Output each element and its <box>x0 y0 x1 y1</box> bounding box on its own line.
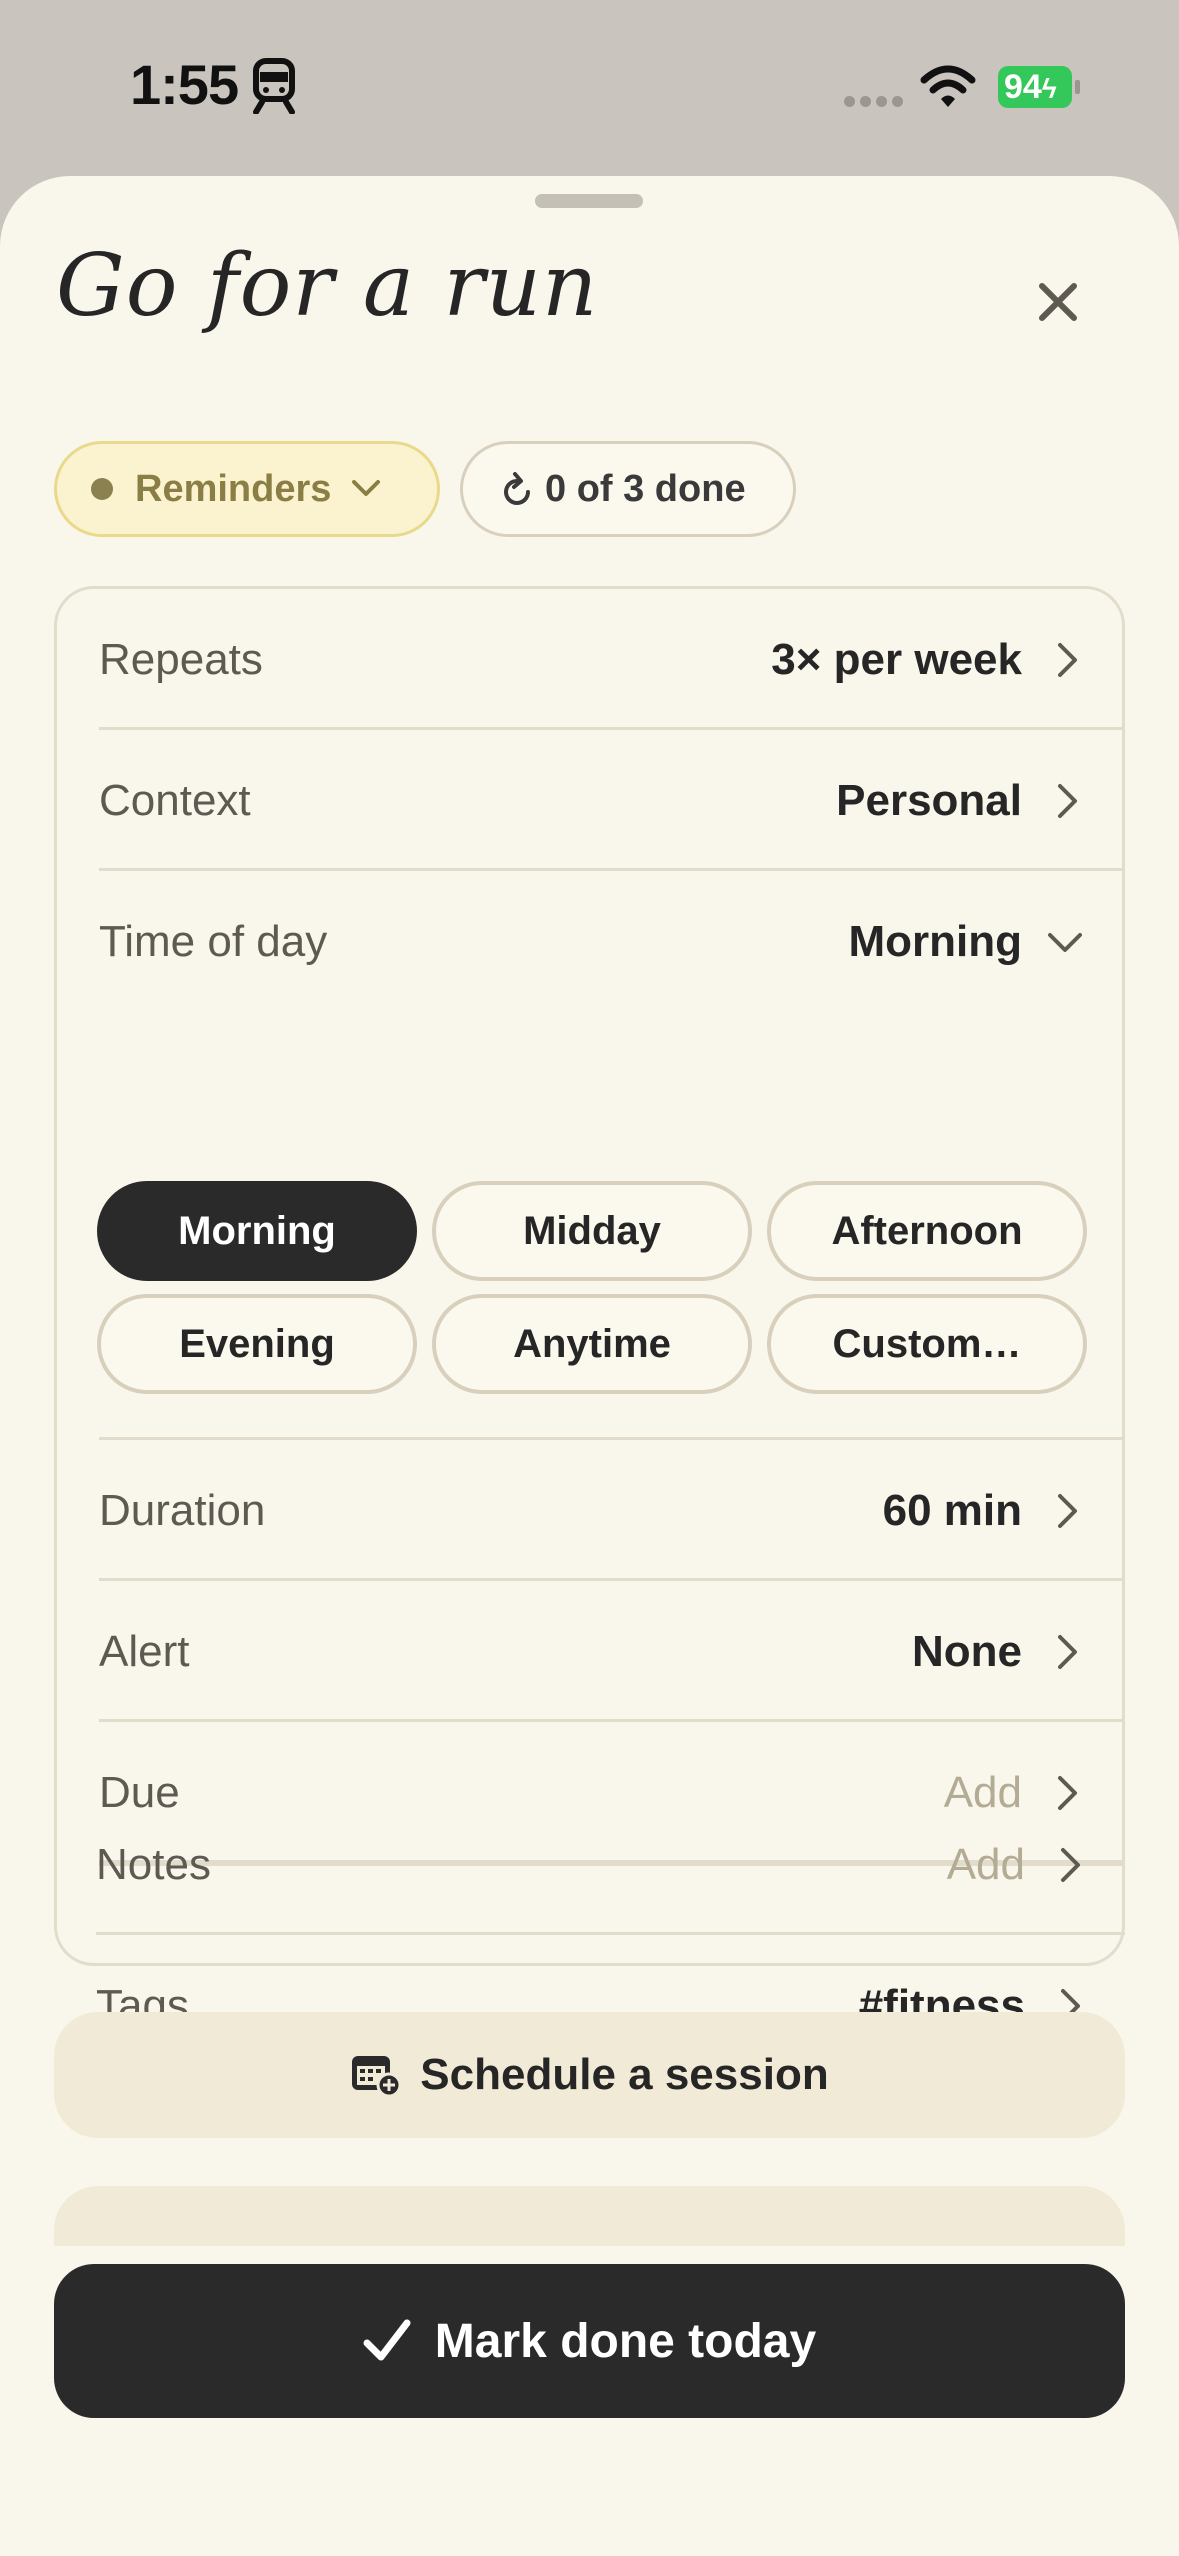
battery-icon: 94ϟ <box>998 66 1072 108</box>
signal-dots <box>844 94 908 112</box>
row-context[interactable]: Context Personal <box>99 730 1122 871</box>
progress-label: 0 of 3 done <box>545 467 746 510</box>
reminders-label: Reminders <box>135 467 332 510</box>
chevron-down-icon <box>352 480 381 496</box>
row-value: None <box>912 1627 1022 1676</box>
mark-done-label: Mark done today <box>434 2314 817 2368</box>
calendar-add-icon <box>352 2056 402 2098</box>
train-icon <box>253 58 295 114</box>
time-chip-afternoon[interactable]: Afternoon <box>767 1181 1087 1281</box>
schedule-label: Schedule a session <box>420 2050 829 2099</box>
row-duration[interactable]: Duration 60 min <box>99 1440 1122 1581</box>
row-value: 3× per week <box>771 635 1022 684</box>
chevron-right-icon <box>1061 1848 1080 1882</box>
chevron-right-icon <box>1058 643 1077 677</box>
time-chip-morning[interactable]: Morning <box>97 1181 417 1281</box>
status-bar: 1:55 94ϟ <box>0 0 1179 170</box>
task-title[interactable]: Go for a run <box>56 236 598 336</box>
row-label: Time of day <box>99 917 328 966</box>
row-value: Personal <box>836 776 1022 825</box>
row-alert[interactable]: Alert None <box>99 1581 1122 1722</box>
row-repeats[interactable]: Repeats 3× per week <box>99 589 1122 730</box>
chevron-down-icon <box>1048 933 1082 952</box>
wifi-icon <box>920 65 976 107</box>
time-chip-anytime[interactable]: Anytime <box>432 1294 752 1394</box>
row-notes[interactable]: Notes Add <box>96 1794 1125 1935</box>
chevron-right-icon <box>1058 1494 1077 1528</box>
checkmark-icon <box>363 2319 411 2361</box>
row-value: 60 min <box>882 1486 1022 1535</box>
mark-done-button[interactable]: Mark done today <box>54 2264 1125 2418</box>
status-time: 1:55 <box>130 53 239 116</box>
row-label: Repeats <box>99 635 263 684</box>
row-label: Alert <box>99 1627 190 1676</box>
row-label: Notes <box>96 1840 211 1889</box>
row-value: Morning <box>848 917 1022 966</box>
close-icon[interactable] <box>1028 272 1088 332</box>
sheet-grabber[interactable] <box>535 194 643 208</box>
battery-level: 94 <box>1004 68 1042 106</box>
reminders-list-pill[interactable]: Reminders <box>54 441 440 537</box>
time-chip-midday[interactable]: Midday <box>432 1181 752 1281</box>
list-color-dot <box>91 478 113 500</box>
hidden-button-behind <box>54 2186 1125 2246</box>
battery-cap <box>1075 80 1080 94</box>
chevron-right-icon <box>1058 1635 1077 1669</box>
time-chip-evening[interactable]: Evening <box>97 1294 417 1394</box>
chevron-right-icon <box>1058 784 1077 818</box>
time-chip-custom[interactable]: Custom… <box>767 1294 1087 1394</box>
details-card: Repeats 3× per week Context Personal Tim… <box>54 586 1125 1966</box>
refresh-icon <box>504 472 530 505</box>
schedule-session-button[interactable]: Schedule a session <box>54 2012 1125 2138</box>
row-label: Context <box>99 776 251 825</box>
row-value: Add <box>946 1840 1025 1889</box>
progress-pill[interactable]: 0 of 3 done <box>460 441 796 537</box>
row-label: Duration <box>99 1486 266 1535</box>
task-sheet: Go for a run Reminders 0 of 3 done Repea… <box>0 176 1179 2556</box>
